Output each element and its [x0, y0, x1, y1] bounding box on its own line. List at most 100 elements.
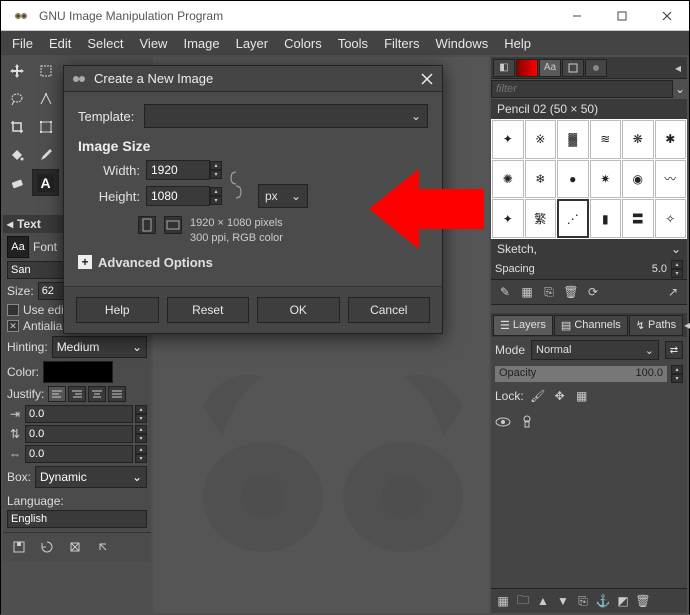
mask-layer-icon[interactable]: ◩: [615, 593, 631, 609]
delete-brush-icon[interactable]: 🗑: [563, 284, 579, 300]
menu-tools[interactable]: Tools: [331, 33, 375, 54]
save-preset-icon[interactable]: [11, 539, 27, 555]
lower-layer-icon[interactable]: ▼: [555, 593, 571, 609]
menu-view[interactable]: View: [133, 33, 175, 54]
letter-spacing-input[interactable]: [25, 445, 133, 463]
unit-select[interactable]: px ⌄: [258, 184, 308, 208]
layers-tab[interactable]: ☰ Layers: [493, 315, 553, 336]
brushes-tab-brushes-icon[interactable]: [585, 59, 607, 77]
template-select[interactable]: ⌄: [144, 104, 428, 128]
brush-grid[interactable]: ✦ ※ ▓ ≋ ❋ ✱ ✺ ❄ ● ✷ ◉ 〰 ✦ 繁 ⋰ ▮ 〓 ✧: [491, 119, 687, 239]
menu-file[interactable]: File: [5, 33, 40, 54]
use-editor-checkbox[interactable]: [7, 304, 19, 316]
justify-center-button[interactable]: [88, 386, 106, 402]
close-button[interactable]: [644, 1, 689, 31]
chain-link-icon[interactable]: [226, 192, 246, 200]
letter-spacing-spinner[interactable]: ▴▾: [135, 445, 147, 463]
menu-image[interactable]: Image: [176, 33, 226, 54]
height-input[interactable]: [146, 186, 210, 206]
open-brush-icon[interactable]: ↗: [665, 284, 681, 300]
move-tool-icon[interactable]: [3, 57, 30, 84]
chevron-down-icon[interactable]: ⌄: [673, 82, 687, 96]
duplicate-layer-icon[interactable]: ⎘: [575, 593, 591, 609]
lasso-tool-icon[interactable]: [3, 85, 30, 112]
width-input[interactable]: [146, 160, 210, 180]
rect-select-tool-icon[interactable]: [32, 57, 59, 84]
line-spacing-input[interactable]: [25, 425, 133, 443]
visibility-icon[interactable]: [495, 414, 511, 430]
new-layer-icon[interactable]: ▦: [495, 593, 511, 609]
menu-help[interactable]: Help: [497, 33, 538, 54]
brushes-tab-fonts-icon[interactable]: Aa: [539, 59, 561, 77]
menu-filters[interactable]: Filters: [377, 33, 426, 54]
brush-category-select[interactable]: Sketch, ⌄: [491, 239, 687, 259]
dock-menu-icon[interactable]: ◂: [7, 217, 13, 231]
reset-preset-icon[interactable]: [95, 539, 111, 555]
reset-button[interactable]: Reset: [167, 297, 250, 323]
text-color-swatch[interactable]: [43, 361, 113, 383]
hinting-select[interactable]: Medium ⌄: [52, 336, 147, 358]
brushes-tab-history-icon[interactable]: [562, 59, 584, 77]
edit-brush-icon[interactable]: ✎: [497, 284, 513, 300]
justify-fill-button[interactable]: [108, 386, 126, 402]
brushes-tab-patterns-icon[interactable]: ◧: [493, 59, 515, 77]
brushes-tab-gradients-icon[interactable]: [516, 59, 538, 77]
dock-menu-icon[interactable]: ◂: [671, 61, 685, 75]
cancel-button[interactable]: Cancel: [348, 297, 431, 323]
dialog-close-button[interactable]: [418, 70, 436, 88]
font-preview-icon[interactable]: Aa: [7, 236, 29, 258]
transform-tool-icon[interactable]: [32, 113, 59, 140]
portrait-icon[interactable]: [138, 216, 156, 234]
crop-tool-icon[interactable]: [3, 113, 30, 140]
duplicate-brush-icon[interactable]: ⎘: [541, 284, 557, 300]
restore-preset-icon[interactable]: [39, 539, 55, 555]
eraser-tool-icon[interactable]: [3, 169, 30, 196]
opacity-spinner[interactable]: ▴▾: [671, 365, 683, 383]
line-spacing-spinner[interactable]: ▴▾: [135, 425, 147, 443]
refresh-brush-icon[interactable]: ⟳: [585, 284, 601, 300]
new-group-icon[interactable]: 🗀: [515, 593, 531, 609]
advanced-options-toggle[interactable]: + Advanced Options: [78, 255, 428, 270]
width-spinner[interactable]: ▴▾: [210, 161, 222, 179]
menu-edit[interactable]: Edit: [42, 33, 78, 54]
dock-menu-icon[interactable]: ◂: [684, 318, 690, 332]
height-spinner[interactable]: ▴▾: [210, 187, 222, 205]
mode-select[interactable]: Normal ⌄: [531, 340, 659, 360]
ok-button[interactable]: OK: [257, 297, 340, 323]
antialias-checkbox[interactable]: ✕: [7, 320, 19, 332]
paintbrush-tool-icon[interactable]: [32, 141, 59, 168]
brush-filter-input[interactable]: [491, 80, 673, 98]
raise-layer-icon[interactable]: ▲: [535, 593, 551, 609]
spacing-spinner[interactable]: ▴▾: [671, 260, 683, 278]
layer-list[interactable]: [491, 407, 687, 588]
landscape-icon[interactable]: [164, 216, 182, 234]
text-tool-icon[interactable]: A: [32, 169, 59, 196]
justify-right-button[interactable]: [68, 386, 86, 402]
paths-tab[interactable]: ↯ Paths: [629, 315, 683, 336]
new-brush-icon[interactable]: ▦: [519, 284, 535, 300]
menu-colors[interactable]: Colors: [277, 33, 329, 54]
bucket-tool-icon[interactable]: [3, 141, 30, 168]
lock-alpha-icon[interactable]: ▦: [574, 388, 590, 404]
menu-select[interactable]: Select: [80, 33, 130, 54]
channels-tab[interactable]: ▤ Channels: [554, 315, 628, 336]
indent-first-spinner[interactable]: ▴▾: [135, 405, 147, 423]
menu-windows[interactable]: Windows: [428, 33, 495, 54]
language-input[interactable]: [7, 510, 147, 528]
mode-swap-icon[interactable]: ⇄: [665, 341, 683, 359]
indent-first-input[interactable]: [25, 405, 133, 423]
merge-layer-icon[interactable]: ⚓: [595, 593, 611, 609]
menu-layer[interactable]: Layer: [229, 33, 276, 54]
maximize-button[interactable]: [599, 1, 644, 31]
box-select[interactable]: Dynamic ⌄: [35, 466, 147, 488]
link-icon[interactable]: [519, 414, 535, 430]
minimize-button[interactable]: [554, 1, 599, 31]
delete-preset-icon[interactable]: [67, 539, 83, 555]
help-button[interactable]: Help: [76, 297, 159, 323]
opacity-slider[interactable]: Opacity 100.0: [495, 366, 667, 382]
justify-left-button[interactable]: [48, 386, 66, 402]
fuzzy-select-tool-icon[interactable]: [32, 85, 59, 112]
delete-layer-icon[interactable]: 🗑: [635, 593, 651, 609]
lock-position-icon[interactable]: ✥: [552, 388, 568, 404]
lock-pixels-icon[interactable]: 🖌: [530, 388, 546, 404]
